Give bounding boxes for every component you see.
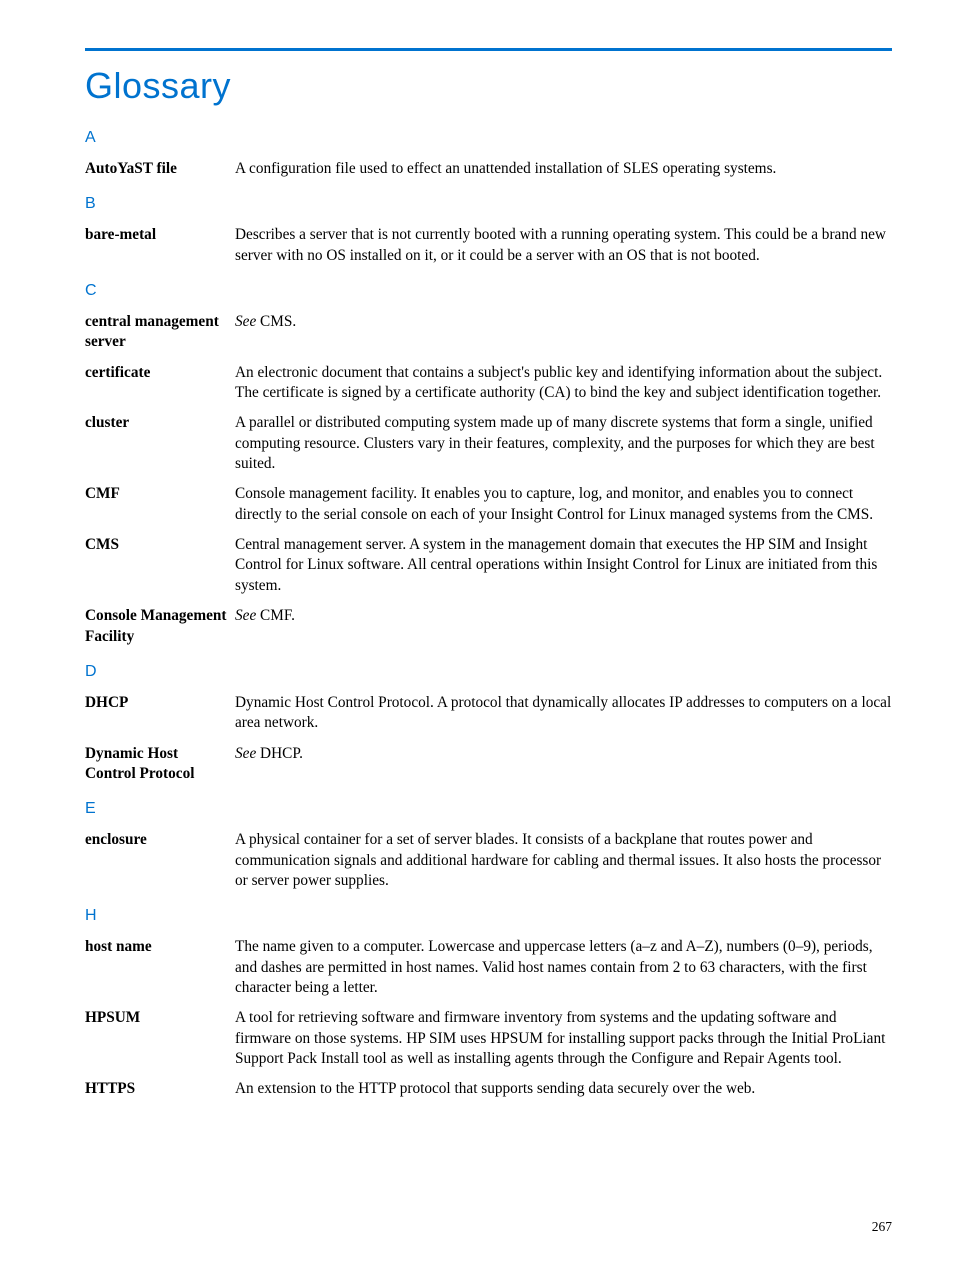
glossary-entry: host nameThe name given to a computer. L… bbox=[85, 937, 892, 998]
glossary-entry: HTTPSAn extension to the HTTP protocol t… bbox=[85, 1079, 892, 1099]
page-title: Glossary bbox=[85, 65, 892, 107]
glossary-term: HPSUM bbox=[85, 1008, 235, 1028]
glossary-term: central management server bbox=[85, 312, 235, 353]
glossary-entry: DHCPDynamic Host Control Protocol. A pro… bbox=[85, 693, 892, 734]
glossary-definition: The name given to a computer. Lowercase … bbox=[235, 937, 892, 998]
glossary-term: AutoYaST file bbox=[85, 159, 235, 179]
glossary-term: CMF bbox=[85, 484, 235, 504]
glossary-term: Dynamic Host Control Protocol bbox=[85, 744, 235, 785]
see-reference: CMS. bbox=[256, 313, 296, 330]
glossary-entry: Dynamic Host Control ProtocolSee DHCP. bbox=[85, 744, 892, 785]
page-number: 267 bbox=[872, 1219, 892, 1235]
glossary-term: cluster bbox=[85, 413, 235, 433]
section-letter: E bbox=[85, 800, 892, 818]
glossary-definition: An electronic document that contains a s… bbox=[235, 363, 892, 404]
glossary-entry: HPSUMA tool for retrieving software and … bbox=[85, 1008, 892, 1069]
section-letter: B bbox=[85, 195, 892, 213]
glossary-term: HTTPS bbox=[85, 1079, 235, 1099]
see-label: See bbox=[235, 607, 256, 624]
glossary-term: CMS bbox=[85, 535, 235, 555]
glossary-entry: CMSCentral management server. A system i… bbox=[85, 535, 892, 596]
glossary-term: host name bbox=[85, 937, 235, 957]
glossary-definition: See CMS. bbox=[235, 312, 892, 332]
glossary-entry: bare-metalDescribes a server that is not… bbox=[85, 225, 892, 266]
glossary-definition: Dynamic Host Control Protocol. A protoco… bbox=[235, 693, 892, 734]
section-letter: A bbox=[85, 129, 892, 147]
glossary-definition: Console management facility. It enables … bbox=[235, 484, 892, 525]
glossary-entry: clusterA parallel or distributed computi… bbox=[85, 413, 892, 474]
see-label: See bbox=[235, 745, 256, 762]
glossary-definition: See DHCP. bbox=[235, 744, 892, 764]
section-letter: H bbox=[85, 907, 892, 925]
glossary-term: enclosure bbox=[85, 830, 235, 850]
glossary-body: A AutoYaST fileA configuration file used … bbox=[85, 129, 892, 1100]
section-letter: D bbox=[85, 663, 892, 681]
glossary-term: DHCP bbox=[85, 693, 235, 713]
see-label: See bbox=[235, 313, 256, 330]
glossary-entry: AutoYaST fileA configuration file used t… bbox=[85, 159, 892, 179]
glossary-entry: central management serverSee CMS. bbox=[85, 312, 892, 353]
glossary-definition: A configuration file used to effect an u… bbox=[235, 159, 892, 179]
see-reference: CMF. bbox=[256, 607, 295, 624]
glossary-term: bare-metal bbox=[85, 225, 235, 245]
see-reference: DHCP. bbox=[256, 745, 303, 762]
glossary-definition: Describes a server that is not currently… bbox=[235, 225, 892, 266]
glossary-term: certificate bbox=[85, 363, 235, 383]
glossary-definition: Central management server. A system in t… bbox=[235, 535, 892, 596]
glossary-definition: A tool for retrieving software and firmw… bbox=[235, 1008, 892, 1069]
glossary-entry: CMFConsole management facility. It enabl… bbox=[85, 484, 892, 525]
glossary-entry: certificateAn electronic document that c… bbox=[85, 363, 892, 404]
glossary-term: Console Management Facility bbox=[85, 606, 235, 647]
glossary-definition: See CMF. bbox=[235, 606, 892, 626]
glossary-entry: Console Management FacilitySee CMF. bbox=[85, 606, 892, 647]
glossary-entry: enclosureA physical container for a set … bbox=[85, 830, 892, 891]
glossary-definition: An extension to the HTTP protocol that s… bbox=[235, 1079, 892, 1099]
section-letter: C bbox=[85, 282, 892, 300]
glossary-definition: A physical container for a set of server… bbox=[235, 830, 892, 891]
header-rule bbox=[85, 48, 892, 51]
glossary-definition: A parallel or distributed computing syst… bbox=[235, 413, 892, 474]
